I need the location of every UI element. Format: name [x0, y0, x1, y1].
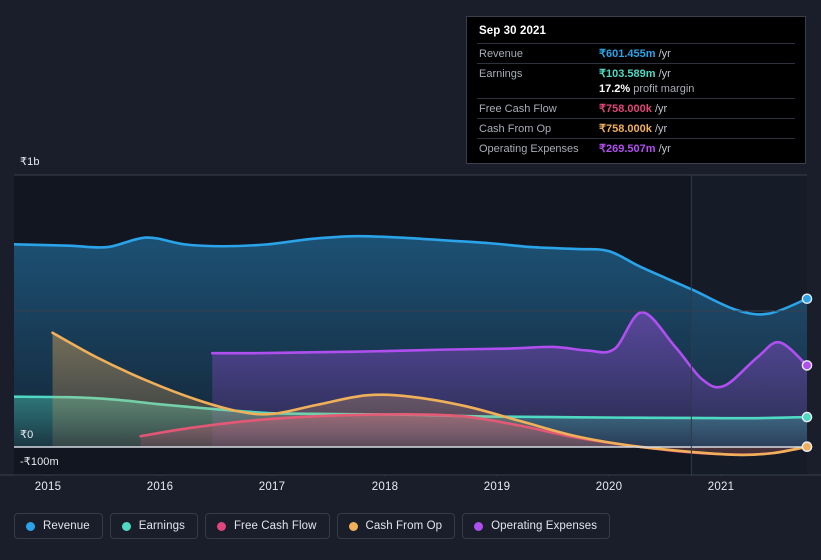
x-axis-label-2016: 2016 [146, 481, 174, 493]
tooltip-row-free-cash-flow: Free Cash Flow ₹758.000k /yr [477, 98, 795, 119]
x-axis-label-2020: 2020 [595, 481, 623, 493]
tooltip-amount-free-cash-flow: ₹758.000k [599, 103, 652, 115]
tooltip-row-cash-from-op: Cash From Op ₹758.000k /yr [477, 118, 795, 139]
tooltip-unit-cash-from-op: /yr [654, 123, 668, 135]
tooltip-value-cash-from-op: ₹758.000k /yr [597, 118, 795, 139]
tooltip-date: Sep 30 2021 [479, 25, 546, 37]
tooltip-margin-value: 17.2% [599, 83, 631, 95]
tooltip-margin-text: profit margin [633, 83, 695, 95]
tooltip-value-free-cash-flow: ₹758.000k /yr [597, 98, 795, 119]
tooltip-amount-earnings: ₹103.589m [599, 68, 656, 80]
tooltip-unit-earnings: /yr [658, 68, 671, 80]
chart-tooltip: Sep 30 2021 Revenue ₹601.455m /yr Earnin… [466, 16, 806, 164]
legend-label-cash-from-op: Cash From Op [365, 520, 443, 532]
tooltip-value-revenue: ₹601.455m /yr [597, 43, 795, 64]
tooltip-label-spacer [477, 83, 597, 99]
tooltip-label-free-cash-flow: Free Cash Flow [477, 98, 597, 119]
legend-item-revenue[interactable]: Revenue [14, 513, 103, 539]
legend-item-earnings[interactable]: Earnings [109, 513, 198, 539]
x-axis-label-2018: 2018 [371, 481, 399, 493]
legend-label-earnings: Earnings [138, 520, 185, 532]
tooltip-value-earnings: ₹103.589m /yr [597, 63, 795, 83]
chart-legend: Revenue Earnings Free Cash Flow Cash Fro… [14, 513, 611, 539]
tooltip-row-revenue: Revenue ₹601.455m /yr [477, 43, 795, 64]
tooltip-amount-operating-expenses: ₹269.507m [599, 143, 656, 155]
legend-item-cash-from-op[interactable]: Cash From Op [336, 513, 456, 539]
tooltip-unit-revenue: /yr [658, 48, 671, 60]
tooltip-label-operating-expenses: Operating Expenses [477, 138, 597, 158]
tooltip-row-earnings: Earnings ₹103.589m /yr [477, 63, 795, 83]
tooltip-label-earnings: Earnings [477, 63, 597, 83]
tooltip-amount-revenue: ₹601.455m [599, 48, 656, 60]
legend-dot-revenue-icon [26, 521, 35, 531]
legend-dot-operating-expenses-icon [474, 521, 484, 531]
tooltip-value-operating-expenses: ₹269.507m /yr [597, 138, 795, 158]
y-axis-label-top: ₹1b [20, 156, 40, 168]
tooltip-label-revenue: Revenue [477, 43, 597, 64]
tooltip-value-profit-margin: 17.2% profit margin [597, 83, 795, 99]
legend-dot-earnings-icon [121, 521, 131, 531]
legend-item-operating-expenses[interactable]: Operating Expenses [462, 513, 611, 539]
tooltip-table: Revenue ₹601.455m /yr Earnings ₹103.589m… [477, 43, 795, 158]
x-axis-label-2017: 2017 [258, 481, 286, 493]
legend-label-free-cash-flow: Free Cash Flow [233, 520, 317, 532]
y-axis-label-zero: ₹0 [20, 429, 34, 441]
legend-label-operating-expenses: Operating Expenses [491, 520, 598, 532]
legend-dot-free-cash-flow-icon [216, 521, 226, 531]
tooltip-unit-operating-expenses: /yr [658, 143, 671, 155]
tooltip-unit-free-cash-flow: /yr [654, 103, 668, 115]
tooltip-row-profit-margin: 17.2% profit margin [477, 83, 795, 99]
tooltip-row-operating-expenses: Operating Expenses ₹269.507m /yr [477, 138, 795, 158]
legend-label-revenue: Revenue [43, 520, 90, 532]
financial-chart-widget: ₹1b ₹0 -₹100m 2015 2016 2017 2018 2019 2… [0, 0, 821, 560]
legend-item-free-cash-flow[interactable]: Free Cash Flow [204, 513, 330, 539]
tooltip-label-cash-from-op: Cash From Op [477, 118, 597, 139]
tooltip-amount-cash-from-op: ₹758.000k [599, 123, 652, 135]
x-axis-label-2015: 2015 [34, 481, 62, 493]
legend-dot-cash-from-op-icon [348, 521, 358, 531]
x-axis-label-2019: 2019 [483, 481, 511, 493]
y-axis-label-bottom: -₹100m [20, 456, 59, 468]
x-axis-label-2021: 2021 [707, 481, 735, 493]
